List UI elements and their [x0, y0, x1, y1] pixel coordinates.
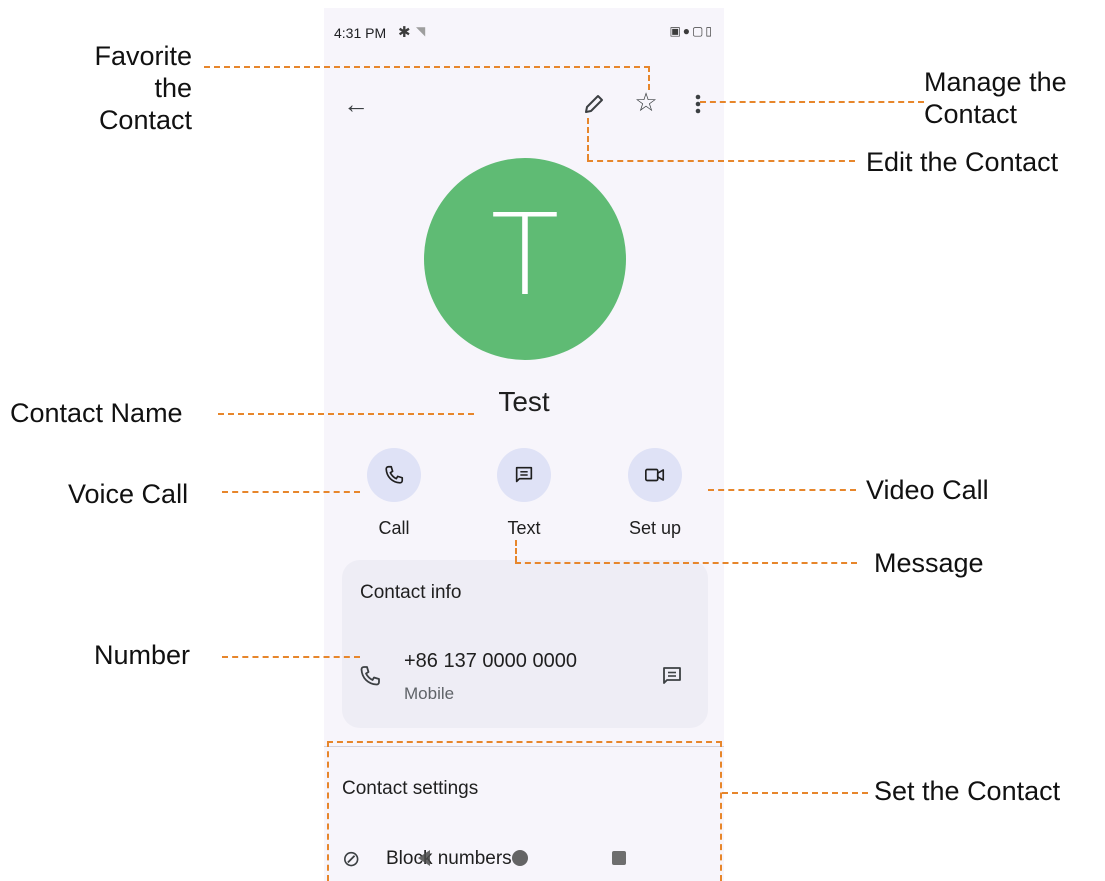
divider	[324, 746, 724, 747]
manage-annotation: Manage the Contact	[924, 66, 1067, 130]
favorite-annotation: Favorite the Contact	[52, 40, 192, 136]
favorite-leader	[204, 66, 650, 68]
settings-box-right	[720, 741, 722, 881]
edit-leader	[587, 160, 855, 162]
edit-leader-drop	[587, 118, 589, 160]
manage-leader	[700, 101, 924, 103]
contact-name-annotation: Contact Name	[10, 398, 183, 428]
phone-number[interactable]: +86 137 0000 0000	[404, 650, 577, 673]
star-outline-icon: ☆	[634, 86, 658, 117]
text-button[interactable]	[497, 448, 551, 502]
contact-info-card: Contact info +86 137 0000 0000 Mobile	[342, 560, 708, 728]
phone-screen: 4:31 PM ✱ ◥ ▣●▢▯ ← ☆ T Test Call Text Se…	[324, 8, 724, 881]
nav-recents-icon[interactable]	[612, 851, 626, 865]
message-icon	[515, 466, 533, 483]
text-action[interactable]: Text	[474, 448, 574, 539]
manage-annotation-line2: Contact	[924, 99, 1018, 129]
arrow-back-icon: ←	[343, 88, 369, 119]
message-leader	[515, 562, 857, 564]
message-number-button[interactable]	[660, 664, 684, 693]
number-annotation: Number	[94, 640, 191, 670]
status-icons: ▣●▢▯	[669, 24, 714, 38]
video-icon	[645, 468, 665, 482]
pencil-icon	[585, 95, 603, 113]
favorite-annotation-line2: Contact	[98, 105, 192, 135]
avatar-initial: T	[490, 191, 560, 321]
phone-icon	[385, 465, 404, 484]
more-vert-icon	[695, 94, 701, 114]
call-action[interactable]: Call	[344, 448, 444, 539]
contact-name-leader	[218, 413, 474, 415]
edit-button[interactable]	[576, 86, 612, 122]
voice-call-leader	[222, 491, 360, 493]
wifi-icon: ◥	[416, 24, 426, 38]
call-button[interactable]	[367, 448, 421, 502]
back-button[interactable]: ←	[338, 86, 374, 122]
navigation-bar	[324, 838, 724, 878]
call-label: Call	[378, 518, 410, 538]
contact-info-title: Contact info	[360, 582, 462, 603]
settings-gear-icon: ✱	[398, 24, 411, 41]
phone-icon	[358, 664, 382, 693]
set-contact-leader	[722, 792, 868, 794]
voice-call-annotation: Voice Call	[68, 479, 189, 509]
text-label: Text	[507, 518, 541, 538]
set-contact-annotation: Set the Contact	[874, 776, 1061, 806]
favorite-leader-drop	[648, 66, 650, 90]
video-label: Set up	[628, 518, 682, 538]
number-leader	[222, 656, 360, 658]
contact-settings-title: Contact settings	[342, 778, 479, 799]
message-annotation: Message	[874, 548, 984, 578]
settings-box-left	[327, 741, 329, 881]
nav-back-icon[interactable]	[418, 850, 430, 866]
message-leader-drop	[515, 540, 517, 562]
favorite-annotation-line1: Favorite the	[94, 41, 192, 103]
video-button[interactable]	[628, 448, 682, 502]
status-time: 4:31 PM	[334, 25, 387, 41]
video-action[interactable]: Set up	[605, 448, 705, 539]
message-icon	[663, 667, 681, 684]
favorite-button[interactable]: ☆	[628, 84, 664, 120]
manage-annotation-line1: Manage the	[924, 67, 1067, 97]
video-call-leader	[708, 489, 856, 491]
more-options-button[interactable]	[680, 86, 716, 122]
video-call-annotation: Video Call	[866, 475, 989, 505]
phone-type: Mobile	[404, 684, 455, 703]
contact-avatar: T	[424, 158, 626, 360]
nav-home-icon[interactable]	[512, 850, 528, 866]
edit-annotation: Edit the Contact	[866, 147, 1059, 177]
status-bar: 4:31 PM ✱ ◥ ▣●▢▯	[324, 8, 724, 48]
settings-box-top	[327, 741, 722, 743]
